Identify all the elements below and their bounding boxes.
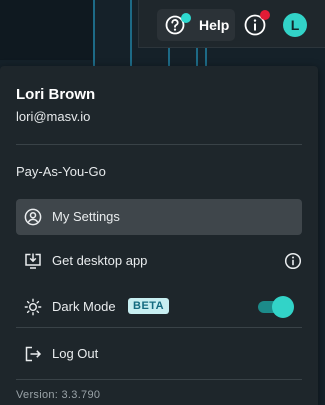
divider bbox=[16, 379, 302, 380]
help-label: Help bbox=[199, 17, 230, 33]
dark-mode-toggle[interactable] bbox=[258, 296, 294, 318]
beta-badge: BETA bbox=[128, 298, 170, 314]
help-button[interactable]: Help bbox=[157, 9, 235, 41]
info-icon[interactable] bbox=[284, 252, 302, 270]
user-circle-icon bbox=[24, 208, 42, 226]
avatar[interactable]: L bbox=[283, 13, 307, 37]
menu-item-label: My Settings bbox=[52, 209, 120, 224]
account-menu: Lori Brown lori@masv.io Pay-As-You-Go My… bbox=[0, 66, 318, 405]
menu-item-label: Dark Mode bbox=[52, 299, 116, 314]
sun-icon bbox=[24, 298, 42, 316]
info-notification-dot bbox=[260, 10, 270, 20]
menu-item-dark-mode[interactable]: Dark Mode BETA bbox=[16, 289, 302, 325]
download-desktop-icon bbox=[25, 253, 41, 269]
user-name: Lori Brown bbox=[16, 86, 96, 103]
divider bbox=[16, 144, 302, 145]
help-notification-dot bbox=[181, 13, 191, 23]
toggle-knob bbox=[272, 296, 294, 318]
logout-icon bbox=[25, 346, 42, 362]
menu-item-my-settings[interactable]: My Settings bbox=[16, 199, 302, 235]
background-panel bbox=[0, 0, 93, 60]
plan-label: Pay-As-You-Go bbox=[16, 164, 106, 179]
menu-item-get-desktop-app[interactable]: Get desktop app bbox=[16, 243, 302, 279]
menu-item-label: Log Out bbox=[52, 346, 99, 361]
divider bbox=[16, 327, 302, 328]
user-email: lori@masv.io bbox=[16, 109, 91, 124]
top-toolbar: Help L bbox=[138, 0, 325, 48]
menu-item-log-out[interactable]: Log Out bbox=[16, 336, 302, 372]
version-label: Version: 3.3.790 bbox=[16, 389, 101, 401]
menu-item-label: Get desktop app bbox=[52, 253, 148, 268]
